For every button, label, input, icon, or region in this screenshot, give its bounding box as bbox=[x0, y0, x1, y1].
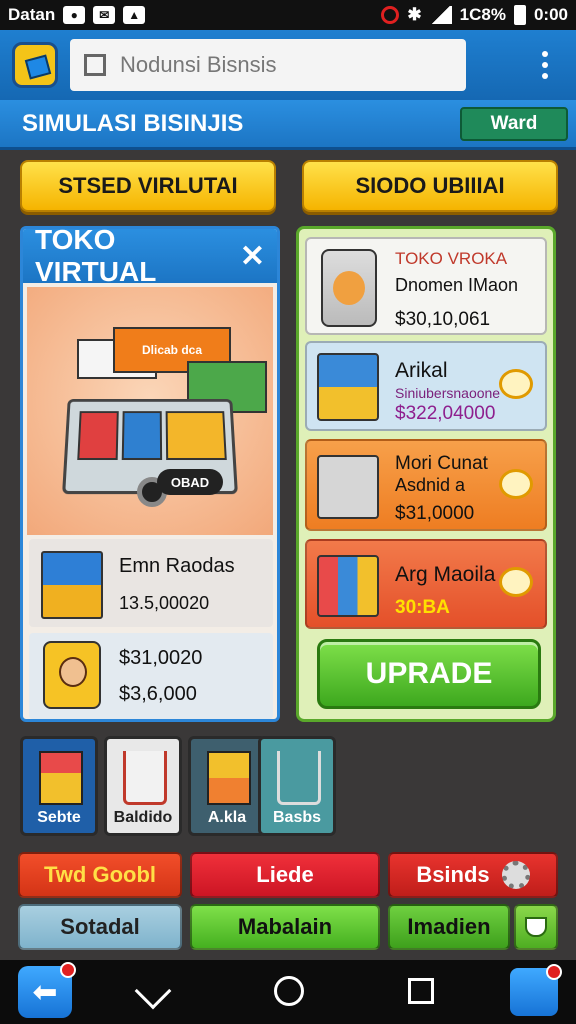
twd-goobl-button[interactable]: Twd Goobl bbox=[18, 852, 182, 898]
sotadal-button[interactable]: Sotadal bbox=[18, 904, 182, 950]
nav-back-icon[interactable] bbox=[134, 972, 172, 1010]
category-tile-basbs[interactable]: Basbs bbox=[258, 736, 336, 836]
list-item[interactable]: Arg Maoila 30:BA bbox=[305, 539, 547, 629]
item-price: $30,10,061 bbox=[395, 309, 491, 330]
cart-tag: OBAD bbox=[157, 469, 223, 495]
siodo-ubiiiai-button[interactable]: SIODO UBIIIAI bbox=[302, 160, 558, 212]
list-item[interactable]: $31,0020 $3,6,000 bbox=[29, 633, 273, 719]
shelf-icon bbox=[317, 455, 379, 519]
toko-virtual-card: TOKO VIRTUAL ✕ Dlicab dca OBAD Emn Raoda… bbox=[20, 226, 280, 722]
item-title: TOKO VROKA bbox=[395, 249, 508, 268]
shopping-cart-icon bbox=[123, 751, 167, 805]
profile-icon[interactable] bbox=[510, 964, 562, 1016]
card-title: TOKO VIRTUAL bbox=[35, 226, 157, 287]
image-icon: ▲ bbox=[123, 6, 146, 24]
app-logo-icon[interactable] bbox=[12, 42, 58, 88]
list-item[interactable]: Arikal Siniubersnaoone $322,04000 bbox=[305, 341, 547, 431]
item-title: Arg Maoila bbox=[395, 563, 496, 586]
item-subtitle: Siniubersnaoone bbox=[395, 385, 501, 401]
search-placeholder: Nodunsi Bisnsis bbox=[120, 52, 277, 77]
status-bar: Datan ● ✉ ▲ ✱ 1C8% 0:00 bbox=[0, 0, 576, 30]
app-bar: Nodunsi Bisnsis bbox=[0, 30, 576, 100]
overflow-menu-icon[interactable] bbox=[540, 51, 550, 79]
battery-label: 1C8% bbox=[459, 5, 506, 24]
nav-recents-icon[interactable] bbox=[408, 978, 434, 1004]
basket-icon bbox=[277, 751, 321, 805]
item-price-a: $31,0020 bbox=[119, 647, 203, 669]
item-price: 30:BA bbox=[395, 597, 450, 618]
list-item[interactable]: Emn Raodas 13.5,00020 bbox=[29, 539, 273, 627]
liede-button[interactable]: Liede bbox=[190, 852, 380, 898]
package-icon bbox=[207, 751, 251, 805]
mabalain-button[interactable]: Mabalain bbox=[190, 904, 380, 950]
item-subtitle: Dnomen IMaon bbox=[395, 275, 519, 295]
tile-label: A.kla bbox=[207, 809, 247, 826]
document-icon bbox=[84, 54, 106, 76]
clock: 0:00 bbox=[533, 5, 568, 24]
item-title: Mori Cunat bbox=[395, 453, 488, 474]
carrier-label: Datan bbox=[8, 5, 56, 24]
product-box-icon bbox=[41, 551, 103, 619]
alarm-icon bbox=[381, 6, 400, 24]
camera-icon: ● bbox=[63, 6, 86, 24]
category-tile-akla[interactable]: A.kla bbox=[188, 736, 266, 836]
item-subtitle: Asdnid a bbox=[395, 475, 466, 495]
gear-icon bbox=[501, 861, 530, 889]
products-icon bbox=[39, 751, 83, 805]
category-tile-sebte[interactable]: Sebte bbox=[20, 736, 98, 836]
speech-bubble-icon[interactable] bbox=[499, 369, 533, 399]
item-price: $322,04000 bbox=[395, 403, 496, 424]
item-price: 13.5,00020 bbox=[119, 593, 210, 613]
product-box-icon bbox=[317, 353, 379, 421]
word-button[interactable]: Ward bbox=[460, 106, 568, 141]
notification-badge bbox=[60, 962, 76, 978]
battery-icon bbox=[513, 5, 526, 25]
mail-icon: ✉ bbox=[93, 6, 116, 24]
list-item[interactable]: TOKO VROKA Dnomen IMaon $30,10,061 bbox=[305, 237, 547, 335]
back-arrow-icon[interactable]: ⬅ bbox=[18, 962, 76, 1018]
stsed-virlutai-button[interactable]: STSED VIRLUTAI bbox=[20, 160, 276, 212]
close-icon[interactable]: ✕ bbox=[240, 239, 265, 274]
bsinds-button[interactable]: Bsinds bbox=[388, 852, 558, 898]
notification-badge bbox=[546, 964, 562, 980]
page-title: SIMULASI BISINJIS bbox=[22, 109, 244, 137]
item-title: Arikal bbox=[395, 359, 448, 382]
item-price-b: $3,6,000 bbox=[119, 683, 197, 705]
signal-icon bbox=[429, 6, 452, 24]
speech-bubble-icon[interactable] bbox=[499, 567, 533, 597]
imadien-button[interactable]: Imadien bbox=[388, 904, 510, 950]
product-list-card: TOKO VROKA Dnomen IMaon $30,10,061 Arika… bbox=[296, 226, 556, 722]
category-tile-baldido[interactable]: Baldido bbox=[104, 736, 182, 836]
speech-bubble-icon[interactable] bbox=[499, 469, 533, 499]
bluetooth-icon: ✱ bbox=[407, 5, 422, 24]
tile-label: Baldido bbox=[113, 809, 173, 826]
tile-label: Sebte bbox=[37, 809, 81, 826]
shopkeeper-avatar bbox=[43, 641, 101, 709]
product-shelf-icon bbox=[317, 555, 379, 617]
item-name: Emn Raodas bbox=[119, 555, 235, 577]
navigation-bar: ⬅ bbox=[0, 960, 576, 1024]
nav-home-icon[interactable] bbox=[274, 976, 304, 1006]
item-price: $31,0000 bbox=[395, 503, 475, 524]
phone-icon bbox=[321, 249, 377, 327]
search-input[interactable]: Nodunsi Bisnsis bbox=[70, 39, 466, 91]
shopping-cart-illustration: Dlicab dca OBAD bbox=[27, 287, 273, 535]
title-bar: SIMULASI BISINJIS Ward bbox=[0, 100, 576, 150]
tile-label: Basbs bbox=[272, 809, 322, 826]
list-item[interactable]: Mori Cunat Asdnid a $31,0000 bbox=[305, 439, 547, 531]
card-header: TOKO VIRTUAL ✕ bbox=[23, 229, 277, 287]
cup-icon[interactable] bbox=[514, 904, 558, 950]
bsinds-label: Bsinds bbox=[416, 862, 490, 887]
upgrade-button[interactable]: UPRADE bbox=[317, 639, 541, 709]
